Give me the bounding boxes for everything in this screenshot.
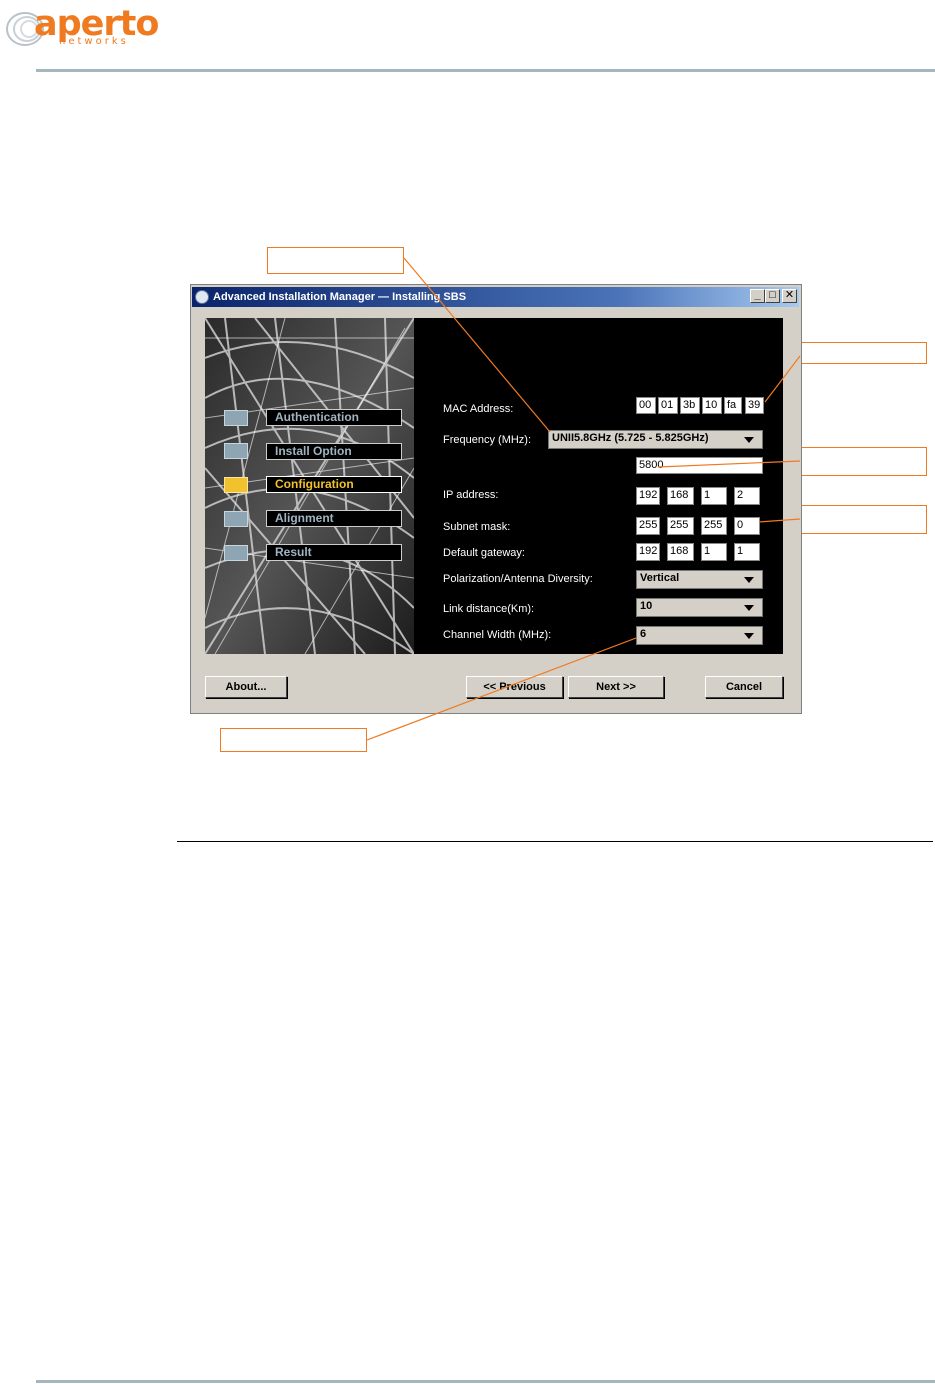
link-distance-value: 10 [640,600,653,612]
step-indicator-configuration [224,477,248,493]
default-gateway-label: Default gateway: [443,547,525,559]
subnet-octet-2[interactable]: 255 [667,517,694,535]
mac-octet-4[interactable]: 10 [702,397,722,414]
close-button[interactable]: ✕ [782,289,797,303]
ip-octet-2[interactable]: 168 [667,487,694,505]
channel-width-label: Channel Width (MHz): [443,629,552,641]
link-distance-label: Link distance(Km): [443,603,535,615]
maximize-button[interactable]: □ [765,289,780,303]
chevron-down-icon [744,577,754,583]
next-button[interactable]: Next >> [568,676,664,698]
callout-mac-address [800,342,927,364]
ip-octet-4[interactable]: 2 [734,487,760,505]
frequency-band-select[interactable]: UNII5.8GHz (5.725 - 5.825GHz) [548,430,763,449]
window-title: Advanced Installation Manager — Installi… [213,291,467,303]
about-button[interactable]: About... [205,676,287,698]
gateway-octet-3[interactable]: 1 [701,543,727,561]
step-indicator-authentication [224,410,248,426]
step-indicator-result [224,545,248,561]
minimize-button[interactable]: _ [750,289,765,303]
callout-channel-width [220,728,367,752]
frequency-label: Frequency (MHz): [443,434,532,446]
step-configuration[interactable]: Configuration [266,476,402,493]
step-install-option[interactable]: Install Option [266,443,402,460]
section-divider [177,841,933,842]
step-indicator-alignment [224,511,248,527]
frequency-value-input[interactable]: 5800 [636,457,763,474]
gateway-octet-4[interactable]: 1 [734,543,760,561]
gateway-octet-1[interactable]: 192 [636,543,660,561]
ip-octet-3[interactable]: 1 [701,487,727,505]
step-result[interactable]: Result [266,544,402,561]
subnet-octet-4[interactable]: 0 [734,517,760,535]
channel-width-select[interactable]: 6 [636,626,763,645]
polarization-label: Polarization/Antenna Diversity: [443,573,593,585]
chevron-down-icon [744,605,754,611]
app-icon [195,290,209,304]
callout-ip-settings [800,505,927,534]
step-indicator-install-option [224,443,248,459]
mac-octet-5[interactable]: fa [724,397,742,414]
step-alignment[interactable]: Alignment [266,510,402,527]
ip-octet-1[interactable]: 192 [636,487,660,505]
chevron-down-icon [744,437,754,443]
callout-frequency-value [800,447,927,476]
mac-octet-1[interactable]: 00 [636,397,656,414]
brand-logo-sub: networks [59,36,129,47]
chevron-down-icon [744,633,754,639]
polarization-value: Vertical [640,572,680,584]
subnet-octet-3[interactable]: 255 [701,517,727,535]
footer-rule [36,1380,935,1383]
previous-button[interactable]: << Previous [466,676,563,698]
callout-frequency [267,247,404,274]
link-distance-select[interactable]: 10 [636,598,763,617]
frequency-band-value: UNII5.8GHz (5.725 - 5.825GHz) [552,432,709,444]
mac-address-label: MAC Address: [443,403,514,415]
polarization-select[interactable]: Vertical [636,570,763,589]
channel-width-value: 6 [640,628,647,640]
header-rule [36,69,935,72]
cancel-button[interactable]: Cancel [705,676,783,698]
mac-octet-3[interactable]: 3b [680,397,700,414]
ip-address-label: IP address: [443,489,499,501]
subnet-mask-label: Subnet mask: [443,521,511,533]
subnet-octet-1[interactable]: 255 [636,517,660,535]
mac-octet-6[interactable]: 39 [745,397,764,414]
gateway-octet-2[interactable]: 168 [667,543,694,561]
step-authentication[interactable]: Authentication [266,409,402,426]
mac-octet-2[interactable]: 01 [658,397,678,414]
